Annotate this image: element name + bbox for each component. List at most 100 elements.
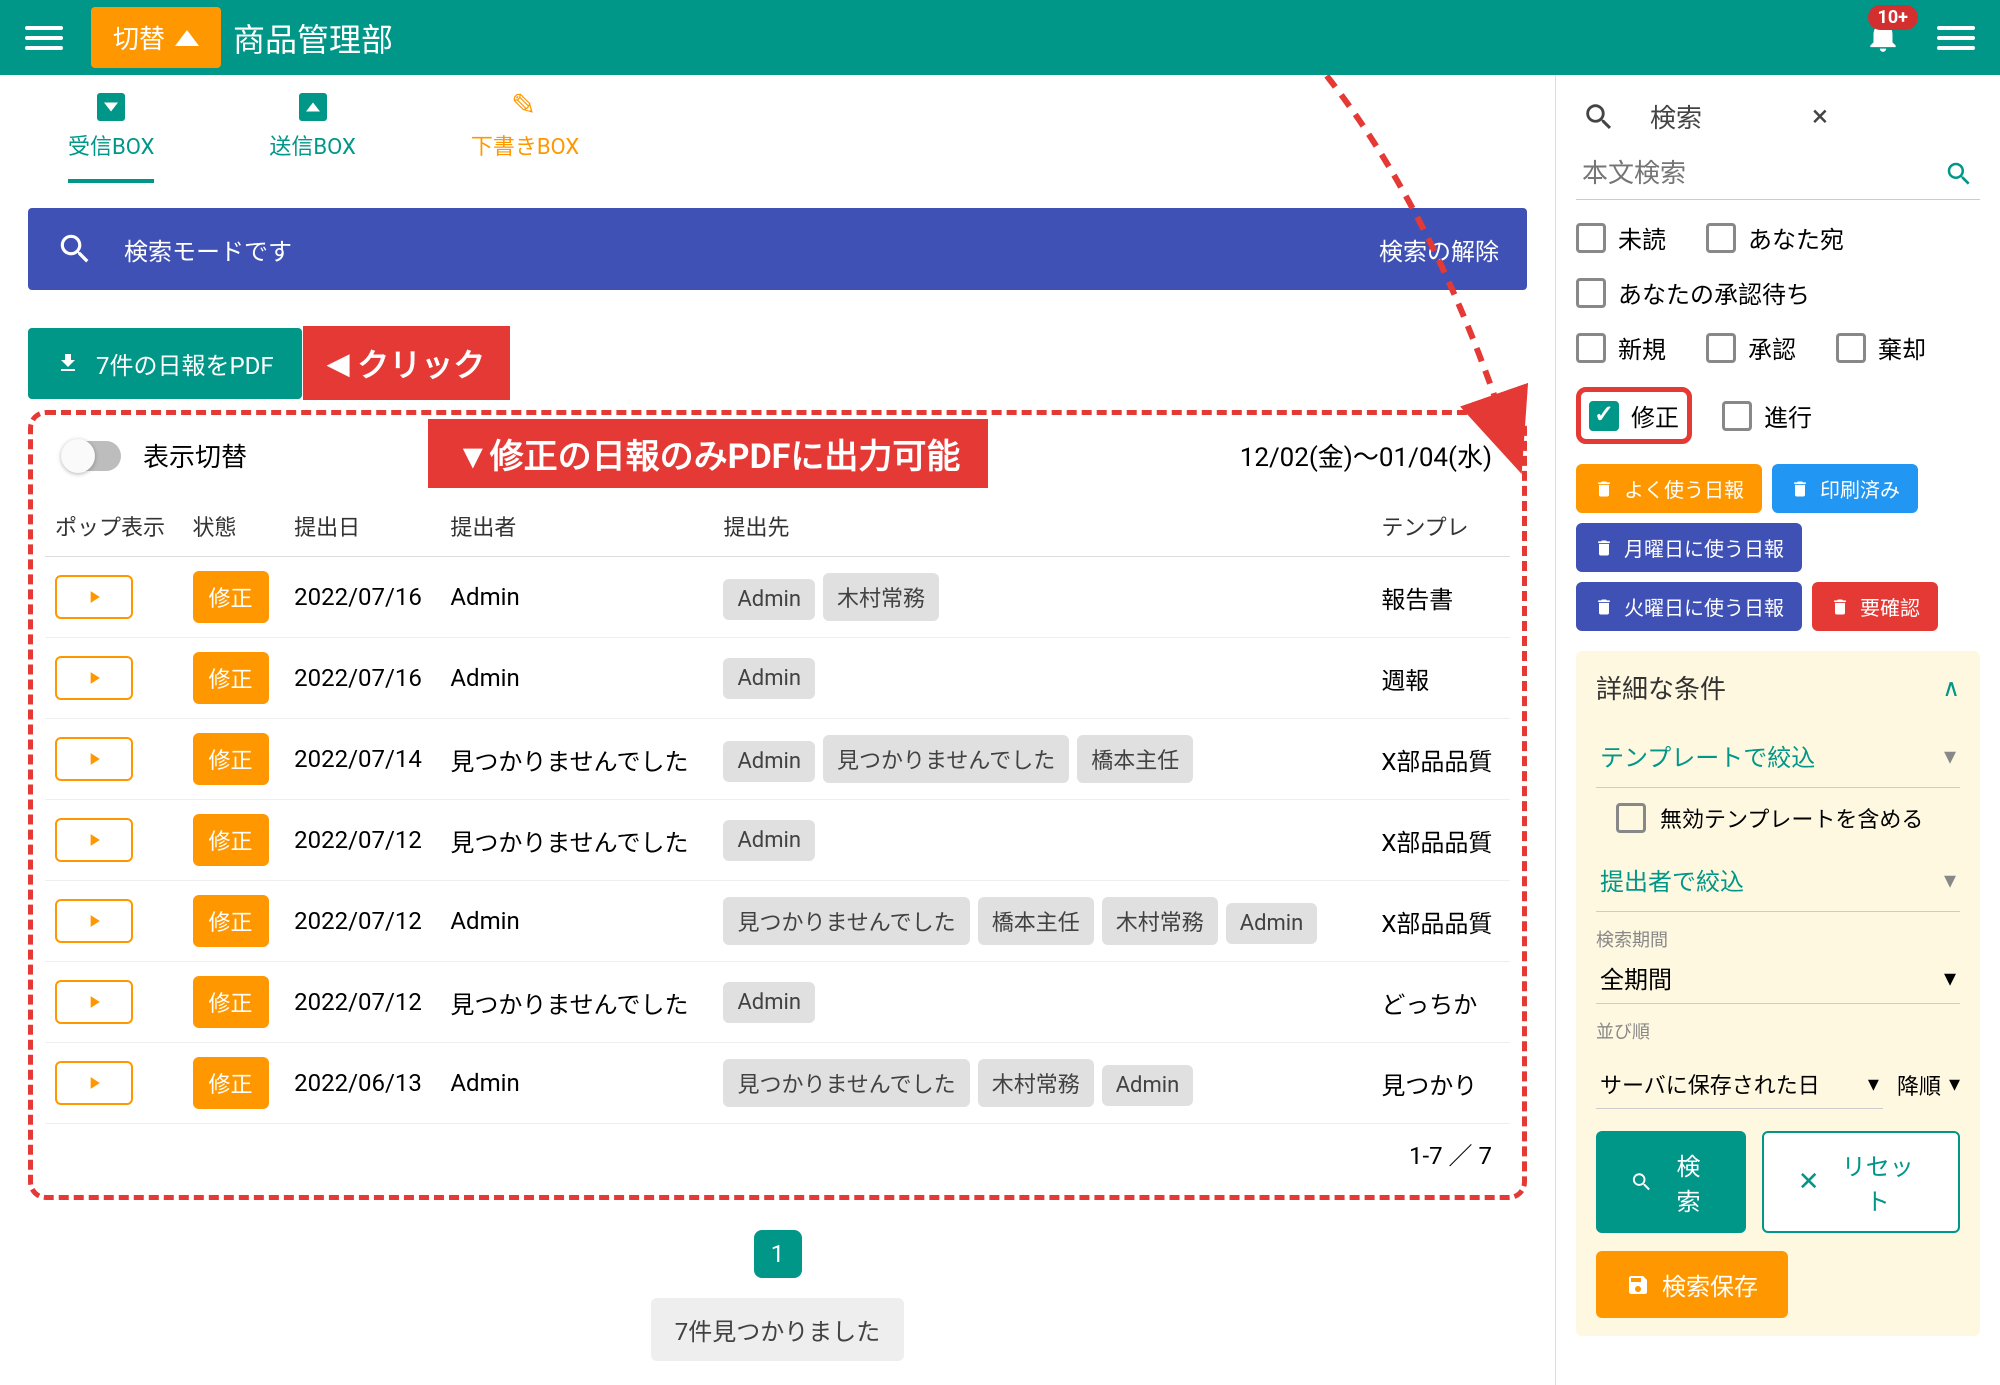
status-chip: 修正 — [193, 733, 269, 785]
submitter-filter-select[interactable]: 提出者で絞込 ▾ — [1596, 848, 1960, 912]
body-search[interactable] — [1576, 149, 1980, 200]
popup-play-button[interactable] — [55, 899, 133, 943]
table-row[interactable]: 修正 2022/07/12 見つかりませんでした Admin X部品品質 — [45, 800, 1510, 881]
check-progress[interactable]: 進行 — [1722, 398, 1812, 433]
callout-click: クリック — [303, 326, 511, 400]
recipient-tag: Admin — [723, 579, 815, 620]
search-mode-text: 検索モードです — [124, 232, 1379, 267]
table-row[interactable]: 修正 2022/07/12 Admin 見つかりませんでした橋本主任木村常務Ad… — [45, 881, 1510, 962]
template-cell: X部品品質 — [1371, 719, 1510, 800]
popup-play-button[interactable] — [55, 737, 133, 781]
check-to-you[interactable]: あなた宛 — [1706, 220, 1844, 255]
check-unread[interactable]: 未読 — [1576, 220, 1666, 255]
template-cell: 見つかり — [1371, 1043, 1510, 1124]
date-cell: 2022/07/16 — [284, 557, 440, 638]
page-number[interactable]: 1 — [754, 1230, 802, 1278]
search-icon — [1582, 100, 1616, 134]
template-cell: どっちか — [1371, 962, 1510, 1043]
search-icon — [1630, 1170, 1653, 1194]
popup-play-button[interactable] — [55, 656, 133, 700]
check-approved[interactable]: 承認 — [1706, 330, 1796, 365]
recipients-cell: Admin見つかりませんでした橋本主任 — [713, 719, 1371, 800]
popup-play-button[interactable] — [55, 818, 133, 862]
check-corrected[interactable]: 修正 — [1589, 398, 1679, 433]
template-filter-select[interactable]: テンプレートで絞込 ▾ — [1596, 724, 1960, 788]
save-search-button[interactable]: 検索保存 — [1596, 1251, 1788, 1318]
hamburger-menu-icon[interactable] — [25, 19, 63, 57]
check-approval-wait[interactable]: あなたの承認待ち — [1576, 275, 1980, 310]
date-cell: 2022/07/14 — [284, 719, 440, 800]
col-popup: ポップ表示 — [45, 496, 183, 557]
recipients-cell: 見つかりませんでした木村常務Admin — [713, 1043, 1371, 1124]
reset-button[interactable]: ✕ リセット — [1762, 1131, 1960, 1233]
save-icon — [1626, 1273, 1650, 1297]
period-label: 検索期間 — [1596, 926, 1960, 952]
outbox-icon — [299, 93, 327, 121]
table-row[interactable]: 修正 2022/07/12 見つかりませんでした Admin どっちか — [45, 962, 1510, 1043]
include-disabled-check[interactable]: 無効テンプレートを含める — [1596, 788, 1960, 848]
recipient-tag: 見つかりませんでした — [723, 897, 969, 945]
export-pdf-button[interactable]: 7件の日報をPDF — [28, 328, 302, 399]
pager-info: 1-7 ／ 7 — [45, 1124, 1510, 1183]
check-new[interactable]: 新規 — [1576, 330, 1666, 365]
trash-icon — [1830, 597, 1850, 617]
recipient-tag: Admin — [723, 820, 815, 861]
status-chip: 修正 — [193, 895, 269, 947]
tag-tuesday[interactable]: 火曜日に使う日報 — [1576, 582, 1802, 631]
chevron-up-icon: ∧ — [1942, 674, 1960, 702]
tab-inbox[interactable]: 受信BOX — [68, 93, 154, 183]
download-icon — [56, 351, 80, 375]
tag-frequent[interactable]: よく使う日報 — [1576, 464, 1762, 513]
close-icon[interactable]: × — [1812, 99, 1974, 134]
search-button[interactable]: 検索 — [1596, 1131, 1746, 1233]
date-cell: 2022/07/16 — [284, 638, 440, 719]
recipient-tag: Admin — [1226, 903, 1318, 944]
submitter-cell: Admin — [440, 557, 713, 638]
caret-down-icon: ▾ — [1944, 964, 1956, 992]
clear-search-button[interactable]: 検索の解除 — [1379, 232, 1499, 267]
popup-play-button[interactable] — [55, 980, 133, 1024]
submitter-cell: Admin — [440, 881, 713, 962]
sort-order-select[interactable]: 降順 ▾ — [1897, 1069, 1960, 1101]
detail-panel-header[interactable]: 詳細な条件 ∧ — [1596, 669, 1960, 706]
template-cell: 週報 — [1371, 638, 1510, 719]
submitter-cell: 見つかりませんでした — [440, 719, 713, 800]
tag-printed[interactable]: 印刷済み — [1772, 464, 1918, 513]
display-toggle[interactable] — [63, 441, 121, 471]
recipient-tag: 見つかりませんでした — [823, 735, 1069, 783]
tag-monday[interactable]: 月曜日に使う日報 — [1576, 523, 1802, 572]
found-count: 7件見つかりました — [651, 1298, 905, 1361]
tag-needcheck[interactable]: 要確認 — [1812, 582, 1938, 631]
recipients-cell: 見つかりませんでした橋本主任木村常務Admin — [713, 881, 1371, 962]
department-name: 商品管理部 — [233, 15, 393, 61]
display-toggle-label: 表示切替 — [143, 437, 247, 474]
col-to: 提出先 — [713, 496, 1371, 557]
sort-field-select[interactable]: サーバに保存された日 ▾ — [1596, 1060, 1883, 1109]
body-search-input[interactable] — [1582, 159, 1944, 189]
box-tabs: 受信BOX 送信BOX 下書きBOX — [28, 75, 1527, 183]
table-row[interactable]: 修正 2022/07/14 見つかりませんでした Admin見つかりませんでした… — [45, 719, 1510, 800]
submitter-cell: 見つかりませんでした — [440, 800, 713, 881]
popup-play-button[interactable] — [55, 1061, 133, 1105]
submitter-cell: Admin — [440, 1043, 713, 1124]
table-row[interactable]: 修正 2022/07/16 Admin Admin木村常務 報告書 — [45, 557, 1510, 638]
period-select[interactable]: 全期間 ▾ — [1596, 952, 1960, 1004]
notification-bell-icon[interactable]: 10+ — [1864, 17, 1902, 59]
popup-play-button[interactable] — [55, 575, 133, 619]
highlight-corrected: 修正 — [1576, 387, 1692, 444]
tab-draft[interactable]: 下書きBOX — [471, 93, 579, 183]
switch-button[interactable]: 切替 — [91, 7, 221, 68]
recipient-tag: 橋本主任 — [1077, 735, 1193, 783]
recipients-cell: Admin — [713, 638, 1371, 719]
report-table: ポップ表示 状態 提出日 提出者 提出先 テンプレ 修正 2022/07/16 … — [45, 496, 1510, 1124]
trash-icon — [1594, 538, 1614, 558]
tab-outbox[interactable]: 送信BOX — [269, 93, 355, 183]
overflow-menu-icon[interactable] — [1937, 19, 1975, 57]
recipient-tag: Admin — [1102, 1065, 1194, 1106]
check-rejected[interactable]: 棄却 — [1836, 330, 1926, 365]
search-icon — [1944, 159, 1974, 189]
filter-sidebar: 検索 × 未読 あなた宛 あなたの承認待ち 新規 承認 棄却 修正 進行 よく使… — [1555, 75, 2000, 1385]
table-row[interactable]: 修正 2022/06/13 Admin 見つかりませんでした木村常務Admin … — [45, 1043, 1510, 1124]
table-row[interactable]: 修正 2022/07/16 Admin Admin 週報 — [45, 638, 1510, 719]
sidebar-top-search[interactable]: 検索 × — [1576, 90, 1980, 143]
